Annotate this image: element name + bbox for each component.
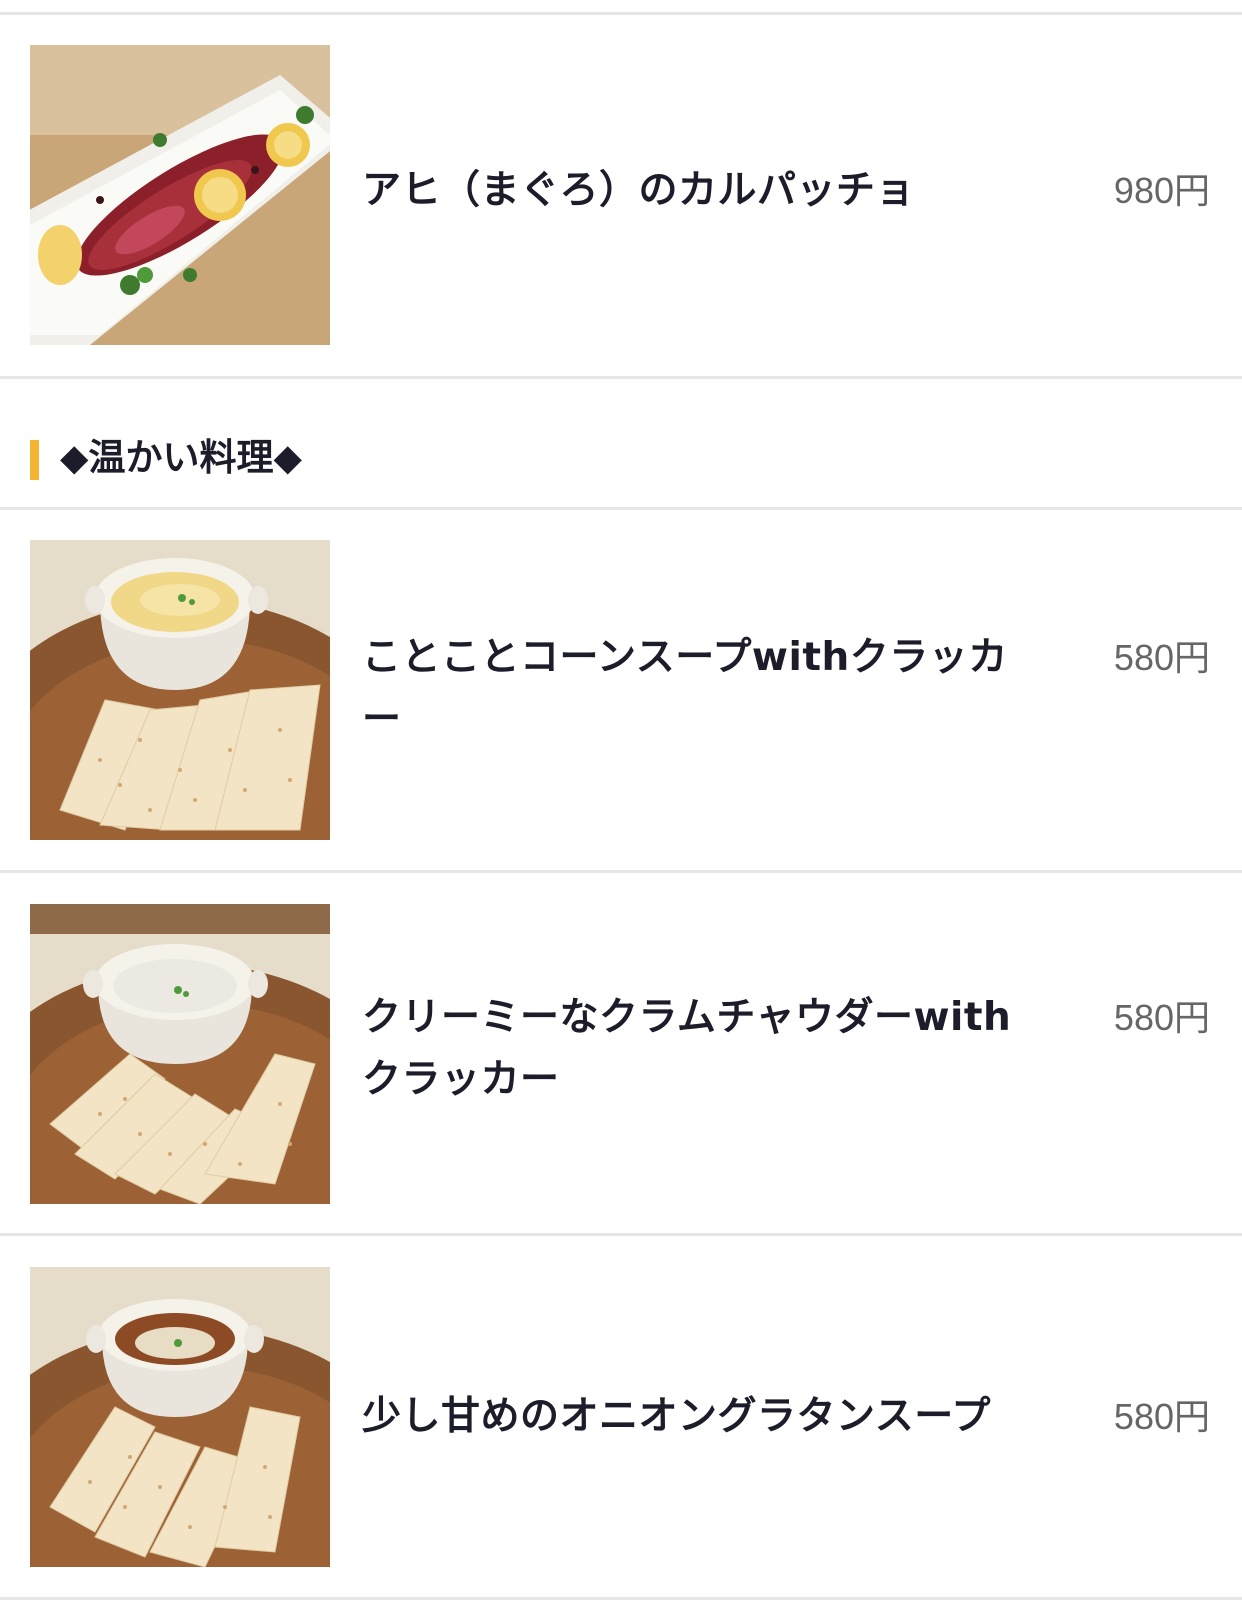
- section-accent-bar: [30, 440, 39, 480]
- divider: [0, 376, 1242, 379]
- menu-item[interactable]: アヒ（まぐろ）のカルパッチョ 980円: [0, 45, 1242, 345]
- item-name: クリーミーなクラムチャウダーwithクラッカー: [362, 995, 1012, 1102]
- item-price: 580円: [1113, 997, 1210, 1038]
- tuna-carpaccio-photo: [30, 45, 330, 345]
- divider: [0, 12, 1242, 15]
- item-price: 980円: [1113, 170, 1210, 211]
- divider: [0, 1597, 1242, 1600]
- item-price: 580円: [1113, 1396, 1210, 1437]
- clam-chowder-photo: [30, 904, 330, 1204]
- corn-soup-photo: [30, 540, 330, 840]
- menu-item[interactable]: 少し甘めのオニオングラタンスープ 580円: [0, 1267, 1242, 1567]
- item-name: アヒ（まぐろ）のカルパッチョ: [362, 168, 916, 213]
- divider: [0, 870, 1242, 873]
- divider: [0, 1233, 1242, 1236]
- section-title: ◆温かい料理◆: [60, 436, 302, 479]
- item-name: 少し甘めのオニオングラタンスープ: [362, 1394, 991, 1439]
- section-header: ◆温かい料理◆: [0, 432, 1242, 484]
- onion-gratin-soup-photo: [30, 1267, 330, 1567]
- item-price: 580円: [1113, 637, 1210, 678]
- divider: [0, 507, 1242, 510]
- menu-item[interactable]: ことことコーンスープwithクラッカー 580円: [0, 540, 1242, 840]
- menu-item[interactable]: クリーミーなクラムチャウダーwithクラッカー 580円: [0, 904, 1242, 1204]
- item-name: ことことコーンスープwithクラッカー: [362, 635, 1008, 742]
